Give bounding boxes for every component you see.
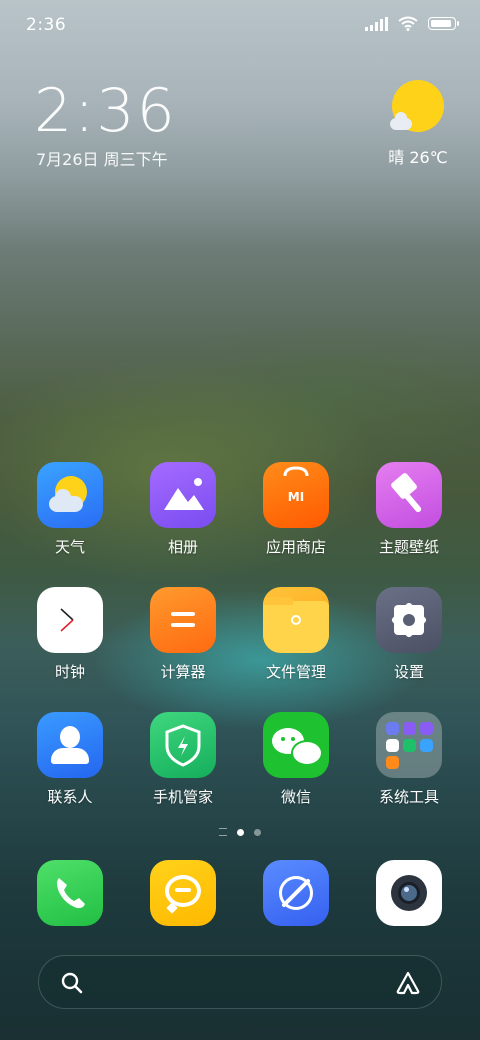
- app-label: 计算器: [160, 663, 206, 681]
- app-calculator[interactable]: 计算器: [133, 587, 233, 682]
- camera-icon: [376, 860, 442, 926]
- folder-icon: [263, 587, 329, 653]
- page-dot-current[interactable]: [237, 828, 244, 836]
- app-security[interactable]: 手机管家: [133, 712, 233, 807]
- dock-camera[interactable]: [359, 860, 459, 926]
- gallery-icon: [150, 462, 216, 528]
- messages-icon: [150, 860, 216, 926]
- app-label: 应用商店: [265, 538, 326, 556]
- weather-widget-text: 晴 26℃: [388, 148, 448, 167]
- page-list-icon[interactable]: [219, 828, 227, 836]
- app-store-logo-text: MI: [287, 490, 305, 504]
- app-label: 微信: [280, 788, 311, 806]
- assistant-icon[interactable]: [395, 971, 421, 995]
- folder-system-tools-icon: [376, 712, 442, 778]
- search-bar[interactable]: [38, 955, 442, 1009]
- app-label: 主题壁纸: [378, 538, 439, 556]
- browser-icon: [263, 860, 329, 926]
- weather-icon: [37, 462, 103, 528]
- wifi-icon: [398, 16, 418, 31]
- app-wechat[interactable]: 微信: [246, 712, 346, 807]
- status-icons: [365, 16, 459, 31]
- contacts-icon: [37, 712, 103, 778]
- dock-messages[interactable]: [133, 860, 233, 926]
- app-weather[interactable]: 天气: [20, 462, 120, 557]
- sun-cloud-icon: [390, 80, 444, 132]
- status-bar: 2:36: [0, 0, 480, 48]
- app-label: 文件管理: [265, 663, 326, 681]
- calculator-icon: [150, 587, 216, 653]
- page-dot[interactable]: [254, 828, 261, 836]
- page-indicator[interactable]: [0, 828, 480, 836]
- app-label: 天气: [54, 538, 85, 556]
- theme-brush-icon: [376, 462, 442, 528]
- app-gallery[interactable]: 相册: [133, 462, 233, 557]
- app-store[interactable]: MI 应用商店: [246, 462, 346, 557]
- clock-widget-date[interactable]: 7月26日 周三下午: [36, 146, 168, 170]
- dock-phone[interactable]: [20, 860, 120, 926]
- security-shield-icon: [150, 712, 216, 778]
- app-store-icon: MI: [263, 462, 329, 528]
- clock-widget-time[interactable]: 2:36: [34, 76, 177, 146]
- dock-browser[interactable]: [246, 860, 346, 926]
- weather-widget[interactable]: 晴 26℃: [380, 80, 456, 168]
- app-clock[interactable]: 时钟: [20, 587, 120, 682]
- app-contacts[interactable]: 联系人: [20, 712, 120, 807]
- status-time: 2:36: [26, 15, 67, 35]
- app-folder-system-tools[interactable]: 系统工具: [359, 712, 459, 807]
- app-label: 系统工具: [378, 788, 439, 806]
- settings-gear-icon: [376, 587, 442, 653]
- app-theme[interactable]: 主题壁纸: [359, 462, 459, 557]
- wechat-icon: [263, 712, 329, 778]
- app-label: 时钟: [54, 663, 85, 681]
- battery-icon: [428, 17, 459, 30]
- app-settings[interactable]: 设置: [359, 587, 459, 682]
- search-icon[interactable]: [61, 972, 83, 994]
- clock-icon: [37, 587, 103, 653]
- app-label: 相册: [167, 538, 198, 556]
- app-files[interactable]: 文件管理: [246, 587, 346, 682]
- phone-icon: [37, 860, 103, 926]
- app-label: 手机管家: [152, 788, 213, 806]
- signal-icon: [365, 16, 388, 31]
- app-label: 设置: [393, 663, 424, 681]
- app-label: 联系人: [47, 788, 93, 806]
